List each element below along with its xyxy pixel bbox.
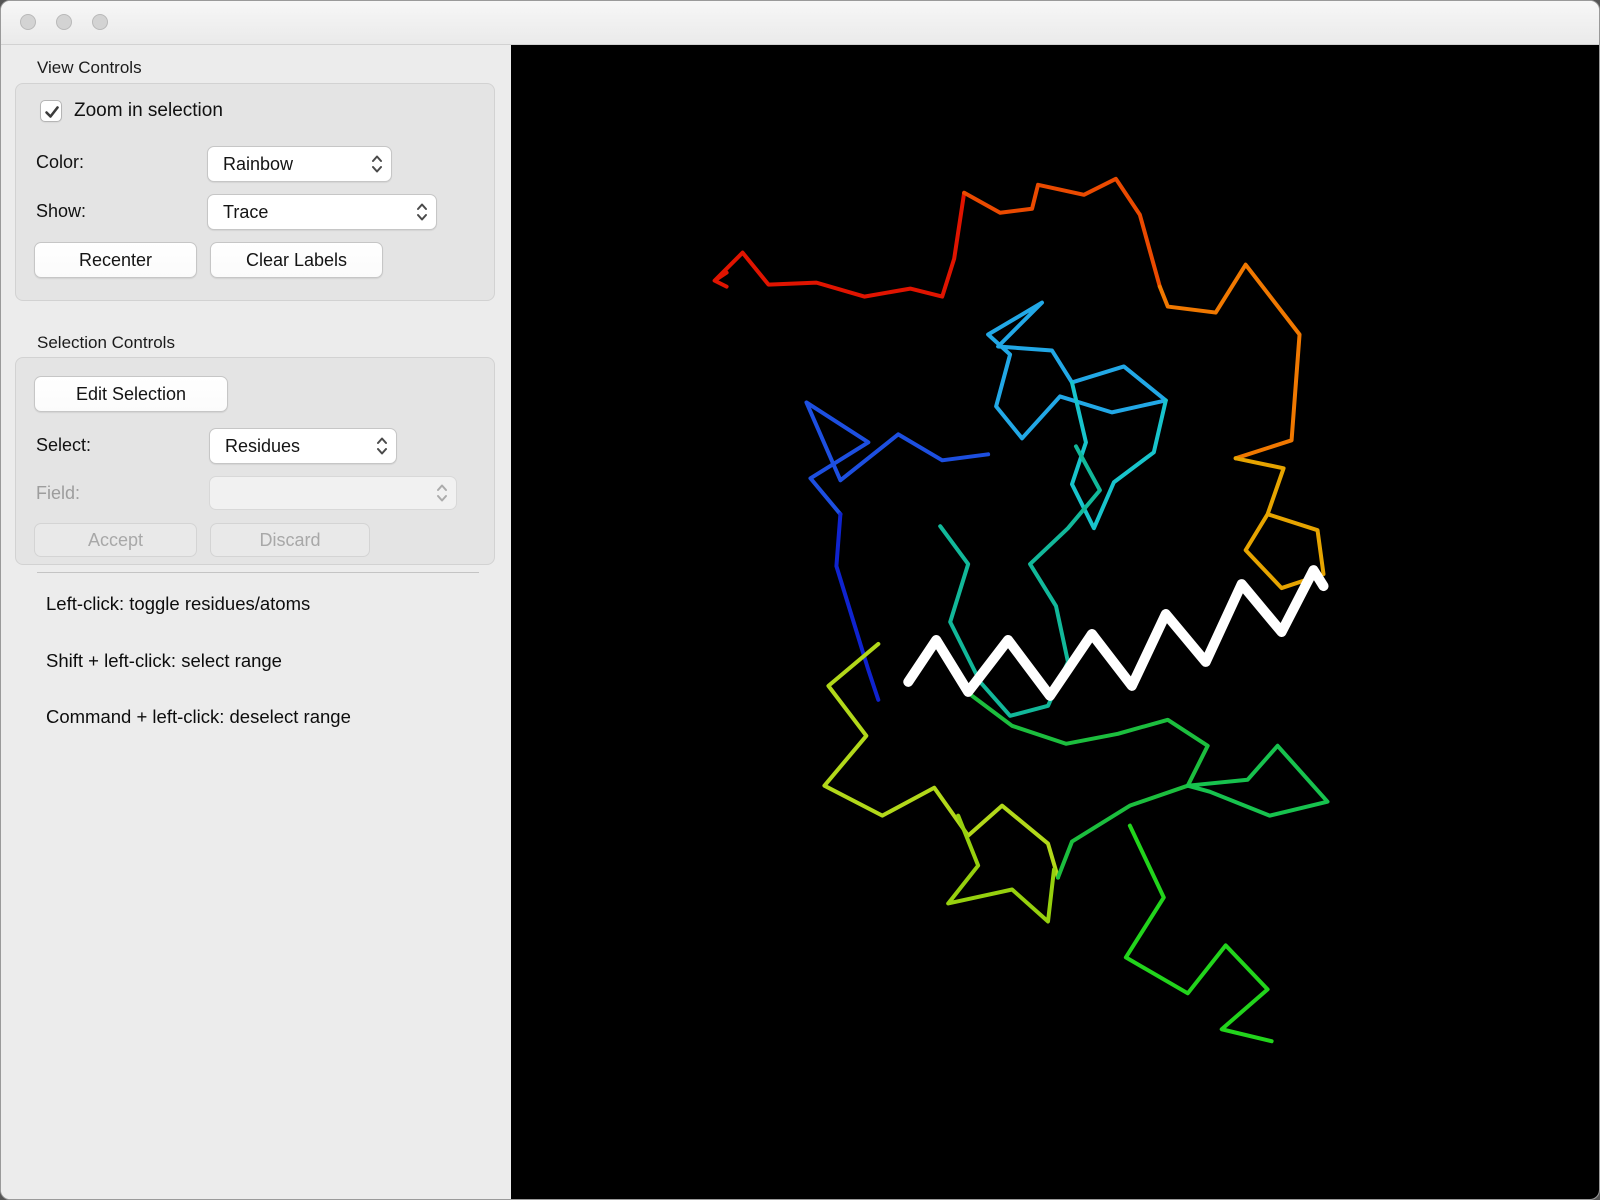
recenter-button[interactable]: Recenter xyxy=(34,242,197,278)
trace-segment-sky-blue xyxy=(986,300,1168,441)
show-label: Show: xyxy=(36,201,87,221)
close-button[interactable] xyxy=(20,14,36,30)
checkmark-icon xyxy=(43,103,61,126)
help-command-click: Command + left-click: deselect range xyxy=(46,706,351,727)
trace-segment-orange-red xyxy=(962,176,1162,289)
view-controls-heading: View Controls xyxy=(37,58,142,77)
molecule-svg xyxy=(712,176,1330,1044)
trace-segment-red xyxy=(712,190,967,299)
trace-segment-bright-green xyxy=(1123,823,1274,1044)
select-dropdown[interactable]: Residues xyxy=(209,428,397,464)
show-dropdown-value: Trace xyxy=(223,201,269,222)
divider xyxy=(37,572,479,573)
select-label: Select: xyxy=(36,435,92,455)
show-dropdown[interactable]: Trace xyxy=(207,194,437,230)
color-dropdown[interactable]: Rainbow xyxy=(207,146,392,182)
color-label: Color: xyxy=(36,152,85,172)
discard-button: Discard xyxy=(210,523,370,557)
trace-segment-chartreuse xyxy=(946,813,1056,924)
trace-segment-yellow-green xyxy=(822,641,1060,880)
color-dropdown-value: Rainbow xyxy=(223,153,294,174)
field-dropdown xyxy=(209,476,457,510)
molecule-viewport[interactable] xyxy=(511,45,1599,1199)
view-controls-group: Zoom in selection Color: Rainbow Show: T… xyxy=(15,83,495,301)
zoom-in-selection-row: Zoom in selection xyxy=(40,100,223,122)
clear-labels-button[interactable]: Clear Labels xyxy=(210,242,383,278)
zoom-in-selection-label: Zoom in selection xyxy=(74,100,223,121)
zoom-in-selection-checkbox[interactable] xyxy=(40,100,62,122)
trace-segment-orange xyxy=(1157,262,1302,461)
chevron-up-down-icon xyxy=(415,201,429,223)
app-window: View Controls Zoom in selection Color: R xyxy=(0,0,1600,1200)
select-dropdown-value: Residues xyxy=(225,435,301,456)
control-sidebar: View Controls Zoom in selection Color: R xyxy=(1,45,511,1199)
trace-segment-green-loop xyxy=(1185,743,1330,818)
field-label: Field: xyxy=(36,483,81,503)
chevron-up-down-icon xyxy=(435,482,449,504)
trace-segment-teal xyxy=(938,444,1102,718)
trace-segment-green xyxy=(970,693,1210,880)
chevron-up-down-icon xyxy=(370,153,384,175)
help-left-click: Left-click: toggle residues/atoms xyxy=(46,593,311,614)
trace-segment-white-selection xyxy=(903,565,1329,701)
edit-selection-button[interactable]: Edit Selection xyxy=(34,376,228,412)
selection-controls-group: Edit Selection Select: Residues Field: A… xyxy=(15,357,495,565)
accept-button: Accept xyxy=(34,523,197,557)
titlebar[interactable] xyxy=(1,1,1599,45)
chevron-up-down-icon xyxy=(375,435,389,457)
zoom-button[interactable] xyxy=(92,14,108,30)
selection-controls-heading: Selection Controls xyxy=(37,333,175,352)
trace-segment-blue xyxy=(804,400,991,517)
help-shift-click: Shift + left-click: select range xyxy=(46,650,282,671)
minimize-button[interactable] xyxy=(56,14,72,30)
